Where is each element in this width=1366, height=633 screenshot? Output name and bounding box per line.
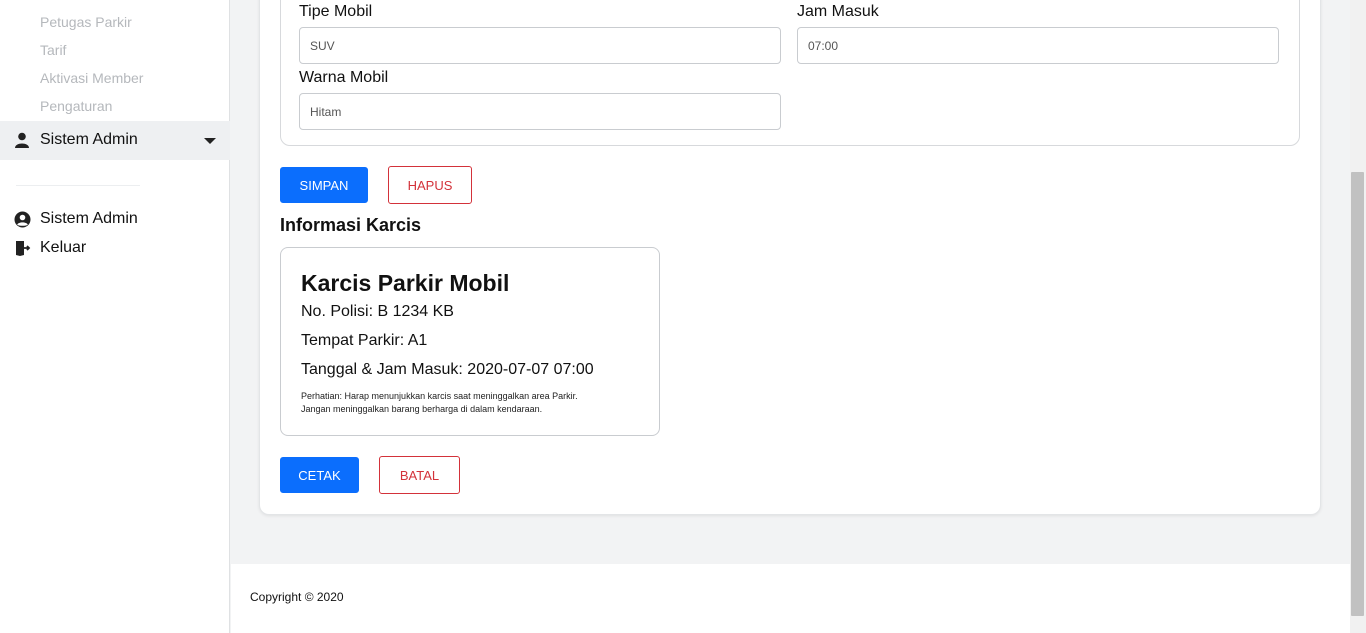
ticket-no-polisi: No. Polisi: B 1234 KB xyxy=(301,303,454,320)
footer: Copyright © 2020 xyxy=(231,564,1350,633)
cancel-button[interactable]: BATAL xyxy=(379,456,460,494)
logout-icon xyxy=(14,240,31,257)
tipe-mobil-label: Tipe Mobil xyxy=(299,3,373,20)
sidebar-item-label: Keluar xyxy=(40,239,87,256)
ticket-card: Karcis Parkir Mobil No. Polisi: B 1234 K… xyxy=(280,247,660,436)
scrollbar-thumb[interactable] xyxy=(1351,172,1364,616)
warna-mobil-label: Warna Mobil xyxy=(299,69,389,86)
ticket-note: Perhatian: Harap menunjukkan karcis saat… xyxy=(301,390,641,416)
sidebar-menu-sistem-admin[interactable]: Sistem Admin xyxy=(0,121,230,160)
user-icon xyxy=(14,132,30,148)
save-button[interactable]: SIMPAN xyxy=(280,167,368,203)
chevron-down-icon xyxy=(204,138,216,144)
ticket-section-title: Informasi Karcis xyxy=(280,215,422,235)
print-button[interactable]: CETAK xyxy=(280,457,359,493)
sidebar-item-aktivasi-member[interactable]: Aktivasi Member xyxy=(40,70,143,86)
ticket-tanggal-jam: Tanggal & Jam Masuk: 2020-07-07 07:00 xyxy=(301,361,594,378)
sidebar-item-label: Sistem Admin xyxy=(40,210,138,227)
jam-masuk-input[interactable] xyxy=(797,27,1279,64)
sidebar-menu-label: Sistem Admin xyxy=(40,131,138,148)
warna-mobil-input[interactable] xyxy=(299,93,781,130)
sidebar: Petugas Parkir Tarif Aktivasi Member Pen… xyxy=(0,0,230,633)
ticket-note-line: Jangan meninggalkan barang berharga di d… xyxy=(301,404,543,414)
tipe-mobil-input[interactable] xyxy=(299,27,781,64)
jam-masuk-label: Jam Masuk xyxy=(797,3,879,20)
user-circle-icon xyxy=(14,211,31,228)
ticket-tempat-parkir: Tempat Parkir: A1 xyxy=(301,332,428,349)
sidebar-item-keluar[interactable]: Keluar xyxy=(0,237,230,261)
sidebar-divider xyxy=(16,185,140,186)
delete-button[interactable]: HAPUS xyxy=(388,166,472,204)
ticket-note-line: Perhatian: Harap menunjukkan karcis saat… xyxy=(301,391,578,401)
sidebar-item-tarif[interactable]: Tarif xyxy=(40,42,66,58)
copyright-text: Copyright © 2020 xyxy=(250,590,344,604)
scrollbar[interactable] xyxy=(1350,0,1366,633)
sidebar-item-pengaturan[interactable]: Pengaturan xyxy=(40,98,112,114)
sidebar-item-petugas-parkir[interactable]: Petugas Parkir xyxy=(40,14,132,30)
sidebar-item-sistem-admin[interactable]: Sistem Admin xyxy=(0,208,230,232)
ticket-title: Karcis Parkir Mobil xyxy=(301,270,510,296)
